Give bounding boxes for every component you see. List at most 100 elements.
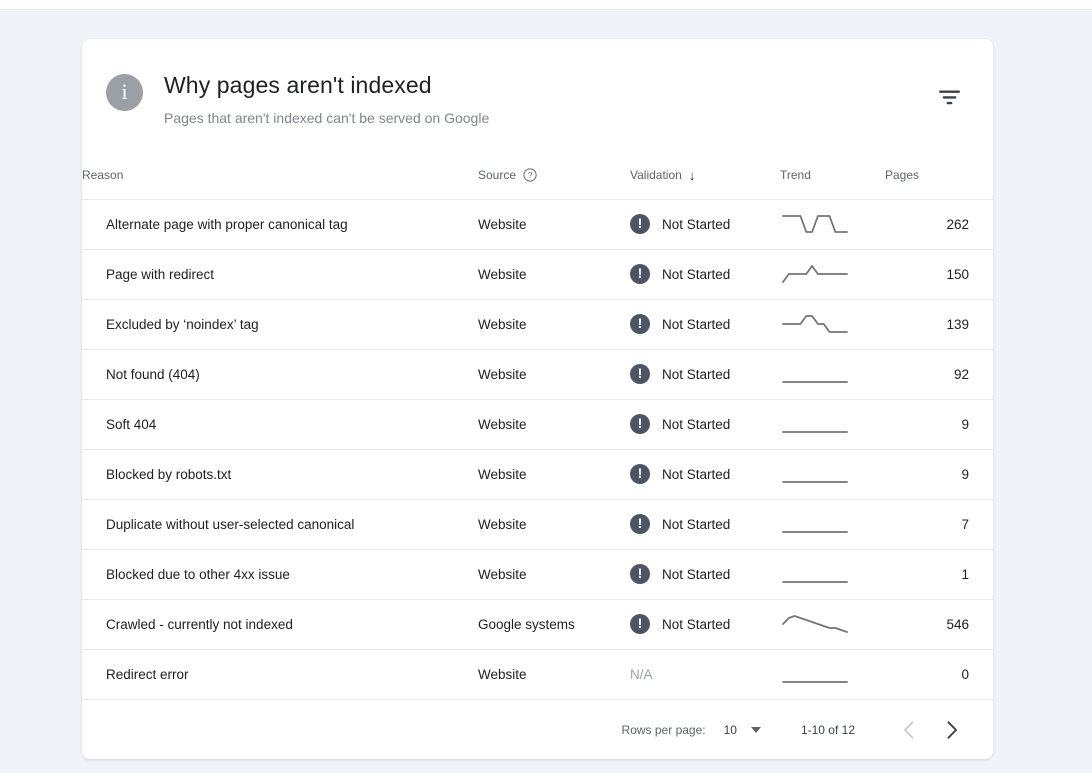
help-circle-icon[interactable]: ? bbox=[523, 168, 537, 182]
alert-circle-icon: ! bbox=[630, 314, 650, 334]
status-badge: N/A bbox=[630, 667, 653, 682]
alert-glyph: ! bbox=[638, 466, 643, 480]
cell-trend bbox=[780, 549, 885, 599]
alert-glyph: ! bbox=[638, 366, 643, 380]
cell-source: Website bbox=[478, 249, 630, 299]
cell-source: Website bbox=[478, 649, 630, 699]
chevron-left-icon bbox=[903, 721, 914, 739]
column-header-source[interactable]: Source ? bbox=[478, 165, 630, 199]
status-badge: Not Started bbox=[662, 317, 730, 332]
filter-icon bbox=[939, 90, 960, 105]
table-header-row: Reason Source ? Validation bbox=[82, 165, 993, 199]
cell-reason: Excluded by ‘noindex’ tag bbox=[82, 299, 478, 349]
trend-sparkline bbox=[780, 663, 850, 685]
trend-sparkline bbox=[780, 563, 850, 585]
cell-validation: ! Not Started bbox=[630, 499, 780, 549]
cell-trend bbox=[780, 399, 885, 449]
cell-pages: 262 bbox=[885, 199, 993, 249]
chevron-right-icon bbox=[947, 721, 958, 739]
table-row[interactable]: Duplicate without user-selected canonica… bbox=[82, 499, 993, 549]
indexing-report-card: i Why pages aren't indexed Pages that ar… bbox=[82, 39, 993, 759]
cell-trend bbox=[780, 499, 885, 549]
filter-button[interactable] bbox=[931, 79, 967, 115]
cell-validation: ! Not Started bbox=[630, 599, 780, 649]
cell-trend bbox=[780, 449, 885, 499]
table-row[interactable]: Not found (404)Website!Not Started92 bbox=[82, 349, 993, 399]
cell-source: Website bbox=[478, 399, 630, 449]
page-root: i Why pages aren't indexed Pages that ar… bbox=[0, 0, 1092, 773]
cell-reason: Duplicate without user-selected canonica… bbox=[82, 499, 478, 549]
pagination-range: 1-10 of 12 bbox=[801, 723, 855, 737]
page-subtitle: Pages that aren't indexed can't be serve… bbox=[164, 108, 489, 128]
chevron-down-icon bbox=[751, 727, 761, 733]
alert-circle-icon: ! bbox=[630, 364, 650, 384]
cell-trend bbox=[780, 599, 885, 649]
cell-validation: !Not Started bbox=[630, 449, 780, 499]
trend-sparkline bbox=[780, 463, 850, 485]
cell-pages: 1 bbox=[885, 549, 993, 599]
status-badge: Not Started bbox=[662, 567, 730, 582]
cell-validation: !Not Started bbox=[630, 249, 780, 299]
column-label-reason: Reason bbox=[82, 168, 123, 182]
info-circle-icon: i bbox=[106, 74, 143, 111]
trend-sparkline bbox=[780, 213, 850, 235]
cell-source: Website bbox=[478, 199, 630, 249]
column-label-validation: Validation bbox=[630, 168, 682, 182]
table-row[interactable]: Page with redirectWebsite!Not Started 150 bbox=[82, 249, 993, 299]
table-head: Reason Source ? Validation bbox=[82, 165, 993, 199]
table-row[interactable]: Redirect errorWebsiteN/A0 bbox=[82, 649, 993, 699]
cell-source: Google systems bbox=[478, 599, 630, 649]
alert-glyph: ! bbox=[638, 266, 643, 280]
cell-reason: Crawled - currently not indexed bbox=[82, 599, 478, 649]
table-row[interactable]: Blocked due to other 4xx issueWebsite!No… bbox=[82, 549, 993, 599]
cell-validation: ! Not Started bbox=[630, 299, 780, 349]
alert-glyph: ! bbox=[638, 216, 643, 230]
trend-sparkline bbox=[780, 613, 850, 635]
cell-source: Website bbox=[478, 449, 630, 499]
trend-sparkline bbox=[780, 313, 850, 335]
cell-validation: N/A bbox=[630, 649, 780, 699]
cell-pages: 7 bbox=[885, 499, 993, 549]
previous-page-button[interactable] bbox=[891, 713, 925, 747]
rows-per-page-select[interactable]: 10 bbox=[724, 723, 761, 737]
rows-per-page-label: Rows per page: bbox=[622, 723, 706, 737]
alert-circle-icon: ! bbox=[630, 464, 650, 484]
table-row[interactable]: Alternate page with proper canonical tag… bbox=[82, 199, 993, 249]
cell-source: Website bbox=[478, 499, 630, 549]
column-header-reason[interactable]: Reason bbox=[82, 165, 478, 199]
cell-source: Website bbox=[478, 349, 630, 399]
cell-validation: !Not Started bbox=[630, 399, 780, 449]
top-strip bbox=[0, 0, 1092, 10]
column-header-pages[interactable]: Pages bbox=[885, 165, 993, 199]
cell-pages: 9 bbox=[885, 449, 993, 499]
cell-reason: Redirect error bbox=[82, 649, 478, 699]
alert-circle-icon: ! bbox=[630, 264, 650, 284]
table-row[interactable]: Crawled - currently not indexedGoogle sy… bbox=[82, 599, 993, 649]
svg-text:?: ? bbox=[528, 170, 533, 180]
table-row[interactable]: Excluded by ‘noindex’ tagWebsite! Not Sta… bbox=[82, 299, 993, 349]
cell-reason: Page with redirect bbox=[82, 249, 478, 299]
column-label-trend: Trend bbox=[780, 168, 811, 182]
cell-source: Website bbox=[478, 549, 630, 599]
status-badge: Not Started bbox=[662, 617, 730, 632]
alert-glyph: ! bbox=[638, 516, 643, 530]
alert-circle-icon: ! bbox=[630, 614, 650, 634]
next-page-button[interactable] bbox=[935, 713, 969, 747]
cell-pages: 150 bbox=[885, 249, 993, 299]
cell-trend bbox=[780, 199, 885, 249]
column-header-trend[interactable]: Trend bbox=[780, 165, 885, 199]
table-row[interactable]: Blocked by robots.txtWebsite!Not Started… bbox=[82, 449, 993, 499]
cell-validation: !Not Started bbox=[630, 349, 780, 399]
status-badge: Not Started bbox=[662, 517, 730, 532]
rows-per-page-value: 10 bbox=[724, 723, 737, 737]
table-body: Alternate page with proper canonical tag… bbox=[82, 199, 993, 699]
arrow-down-icon[interactable]: ↓ bbox=[689, 169, 696, 182]
info-glyph: i bbox=[121, 81, 127, 103]
table-row[interactable]: Soft 404Website!Not Started9 bbox=[82, 399, 993, 449]
alert-glyph: ! bbox=[638, 616, 643, 630]
card-header: i Why pages aren't indexed Pages that ar… bbox=[82, 39, 993, 165]
alert-circle-icon: ! bbox=[630, 214, 650, 234]
column-header-validation[interactable]: Validation ↓ bbox=[630, 165, 780, 199]
alert-glyph: ! bbox=[638, 416, 643, 430]
cell-source: Website bbox=[478, 299, 630, 349]
